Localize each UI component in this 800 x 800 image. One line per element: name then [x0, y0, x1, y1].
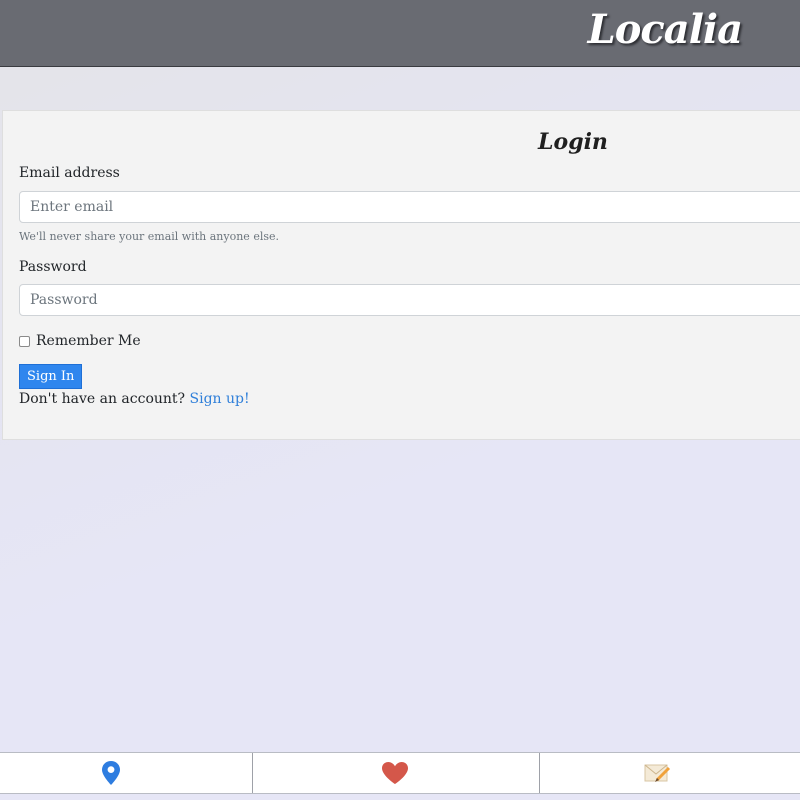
- envelope-pencil-icon: [644, 764, 671, 782]
- bottom-tab-bar: [0, 752, 800, 794]
- remember-me-checkbox[interactable]: [19, 335, 30, 347]
- email-input[interactable]: [19, 191, 800, 223]
- location-pin-icon: [102, 761, 120, 785]
- signup-prompt-text: Don't have an account?: [19, 391, 186, 407]
- tab-messages[interactable]: [539, 753, 800, 793]
- tab-favorites[interactable]: [252, 753, 539, 793]
- brand-logo[interactable]: Localia: [588, 6, 743, 53]
- page-title: Login: [538, 129, 608, 155]
- login-card: Login Email address We'll never share yo…: [2, 110, 800, 440]
- sign-in-button[interactable]: Sign In: [19, 364, 83, 389]
- email-label: Email address: [19, 165, 120, 181]
- sign-up-link[interactable]: Sign up!: [190, 391, 250, 407]
- remember-me-label[interactable]: Remember Me: [36, 333, 141, 349]
- password-input[interactable]: [19, 284, 800, 316]
- remember-me-row[interactable]: Remember Me: [19, 333, 141, 349]
- tab-location[interactable]: [0, 753, 252, 793]
- email-help-text: We'll never share your email with anyone…: [19, 230, 279, 243]
- heart-icon: [382, 762, 408, 784]
- app-header: Localia: [0, 0, 800, 67]
- signup-prompt-row: Don't have an account? Sign up!: [19, 391, 250, 407]
- password-label: Password: [19, 259, 87, 275]
